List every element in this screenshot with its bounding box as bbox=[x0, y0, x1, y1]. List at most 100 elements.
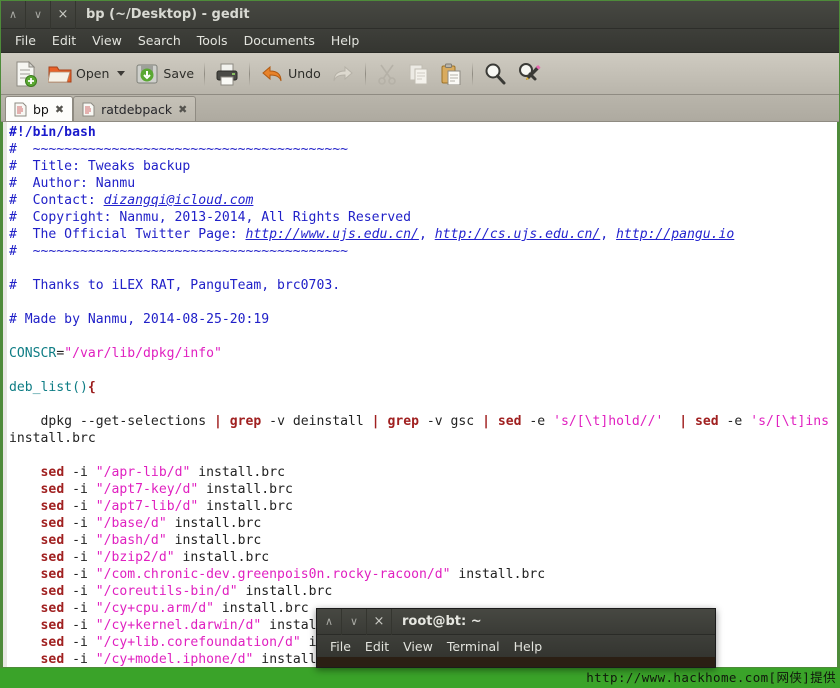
open-folder-icon bbox=[48, 66, 72, 82]
code-line: sed -i "/coreutils-bin/d" install.brc bbox=[40, 584, 333, 599]
terminal-menu-terminal[interactable]: Terminal bbox=[440, 638, 507, 655]
code-line: # Contact: dizangqi@icloud.com bbox=[9, 193, 254, 208]
code-line: # Made by Nanmu, 2014-08-25-20:19 bbox=[9, 312, 270, 327]
menu-file[interactable]: File bbox=[7, 31, 44, 50]
redo-arrow-icon bbox=[333, 65, 353, 81]
gedit-titlebar[interactable]: ∧ ∨ × bp (~/Desktop) - gedit bbox=[1, 1, 839, 29]
scissors-icon bbox=[377, 64, 396, 85]
terminal-menu-edit[interactable]: Edit bbox=[358, 638, 396, 655]
save-button[interactable]: Save bbox=[130, 57, 199, 91]
code-line: # Author: Nanmu bbox=[9, 176, 136, 191]
document-icon bbox=[14, 102, 27, 116]
code-line: install.brc bbox=[9, 431, 96, 446]
toolbar-separator-3 bbox=[364, 61, 366, 86]
code-line: dpkg --get-selections | grep -v deinstal… bbox=[9, 414, 830, 429]
screen: ∧ ∨ × bp (~/Desktop) - gedit File Edit V… bbox=[0, 0, 840, 688]
code-line: sed -i "/com.chronic-dev.greenpois0n.roc… bbox=[40, 567, 546, 582]
tab-label: bp bbox=[33, 101, 49, 117]
menubar: File Edit View Search Tools Documents He… bbox=[1, 29, 839, 53]
undo-arrow-icon bbox=[262, 65, 282, 81]
copy-button bbox=[403, 57, 435, 91]
redo-button bbox=[326, 57, 360, 91]
save-label: Save bbox=[163, 66, 195, 81]
source-code-view[interactable]: #!/bin/bash # ~~~~~~~~~~~~~~~~~~~~~~~~~~~… bbox=[7, 122, 837, 667]
menu-view[interactable]: View bbox=[84, 31, 130, 50]
link[interactable]: http://cs.ujs.edu.cn/ bbox=[435, 227, 601, 242]
save-disk-icon bbox=[136, 64, 158, 83]
code-line: sed -i "/base/d" install.brc bbox=[40, 516, 262, 531]
new-document-button[interactable] bbox=[9, 57, 43, 91]
find-button[interactable] bbox=[478, 57, 512, 91]
print-button[interactable] bbox=[210, 57, 244, 91]
code-line: CONSCR="/var/lib/dpkg/info" bbox=[9, 346, 222, 361]
menu-help[interactable]: Help bbox=[323, 31, 368, 50]
code-line: sed -i "/apt7-lib/d" install.brc bbox=[40, 499, 293, 514]
toolbar: Open Save Undo bbox=[1, 53, 839, 95]
search-icon bbox=[485, 63, 506, 84]
terminal-menu-file[interactable]: File bbox=[323, 638, 358, 655]
code-line: # ~~~~~~~~~~~~~~~~~~~~~~~~~~~~~~~~~~~~~~… bbox=[9, 244, 348, 259]
link[interactable]: http://www.ujs.edu.cn/ bbox=[246, 227, 419, 242]
code-line: sed -i "/apr-lib/d" install.brc bbox=[40, 465, 285, 480]
terminal-menu-view[interactable]: View bbox=[396, 638, 440, 655]
menu-search[interactable]: Search bbox=[130, 31, 189, 50]
open-button[interactable]: Open bbox=[43, 57, 130, 91]
code-line: # The Official Twitter Page: http://www.… bbox=[9, 227, 735, 242]
close-icon[interactable]: × bbox=[51, 1, 76, 29]
paste-clipboard-icon bbox=[441, 63, 461, 85]
terminal-maximize-icon[interactable]: ∨ bbox=[342, 609, 367, 635]
replace-button[interactable] bbox=[512, 57, 546, 91]
tab-close-icon[interactable]: ✖ bbox=[178, 103, 187, 116]
terminal-close-icon[interactable]: × bbox=[367, 609, 392, 635]
terminal-menu-help[interactable]: Help bbox=[507, 638, 550, 655]
code-line: sed -i "/bzip2/d" install.brc bbox=[40, 550, 270, 565]
copy-icon bbox=[409, 64, 428, 84]
code-line: # ~~~~~~~~~~~~~~~~~~~~~~~~~~~~~~~~~~~~~~… bbox=[9, 142, 348, 157]
new-document-icon bbox=[16, 60, 37, 87]
code-line: # Thanks to iLEX RAT, PanguTeam, brc0703… bbox=[9, 278, 341, 293]
code-line: deb_list(){ bbox=[9, 380, 96, 395]
find-replace-icon bbox=[518, 62, 541, 80]
menu-edit[interactable]: Edit bbox=[44, 31, 84, 50]
code-line: sed -i "/apt7-key/d" install.brc bbox=[40, 482, 293, 497]
tab-label: ratdebpack bbox=[101, 101, 173, 117]
toolbar-separator-4 bbox=[471, 61, 473, 86]
tab-ratdebpack[interactable]: ratdebpack ✖ bbox=[73, 96, 197, 121]
toolbar-separator-1 bbox=[204, 61, 206, 86]
open-label: Open bbox=[76, 66, 110, 81]
undo-button[interactable]: Undo bbox=[255, 57, 326, 91]
terminal-minimize-icon[interactable]: ∧ bbox=[317, 609, 342, 635]
code-line: #!/bin/bash bbox=[9, 125, 96, 140]
terminal-titlebar[interactable]: ∧ ∨ × root@bt: ~ bbox=[317, 609, 715, 635]
editor-area[interactable]: #!/bin/bash # ~~~~~~~~~~~~~~~~~~~~~~~~~~~… bbox=[1, 122, 839, 667]
terminal-window[interactable]: ∧ ∨ × root@bt: ~ File Edit View Terminal… bbox=[316, 608, 716, 668]
paste-button[interactable] bbox=[435, 57, 467, 91]
chevron-down-icon[interactable] bbox=[117, 71, 126, 76]
link[interactable]: http://pangu.io bbox=[616, 227, 734, 242]
cut-button bbox=[371, 57, 403, 91]
tab-close-icon[interactable]: ✖ bbox=[55, 103, 64, 116]
toolbar-separator-2 bbox=[249, 61, 251, 86]
code-line: # Title: Tweaks backup bbox=[9, 159, 191, 174]
maximize-icon[interactable]: ∨ bbox=[26, 1, 51, 29]
link[interactable]: dizangqi@icloud.com bbox=[104, 193, 254, 208]
menu-documents[interactable]: Documents bbox=[236, 31, 323, 50]
undo-label: Undo bbox=[288, 66, 321, 81]
tab-bp[interactable]: bp ✖ bbox=[5, 96, 74, 121]
gedit-window: ∧ ∨ × bp (~/Desktop) - gedit File Edit V… bbox=[0, 0, 840, 668]
menu-tools[interactable]: Tools bbox=[189, 31, 236, 50]
code-line: sed -i "/bash/d" install.brc bbox=[40, 533, 262, 548]
window-controls: ∧ ∨ × bbox=[1, 1, 76, 29]
terminal-title: root@bt: ~ bbox=[402, 614, 482, 629]
code-line: # Copyright: Nanmu, 2013-2014, All Right… bbox=[9, 210, 412, 225]
terminal-menubar: File Edit View Terminal Help bbox=[317, 635, 715, 657]
printer-icon bbox=[216, 63, 238, 85]
tabbar: bp ✖ ratdebpack ✖ bbox=[1, 95, 839, 122]
window-title: bp (~/Desktop) - gedit bbox=[86, 7, 250, 22]
minimize-icon[interactable]: ∧ bbox=[1, 1, 26, 29]
